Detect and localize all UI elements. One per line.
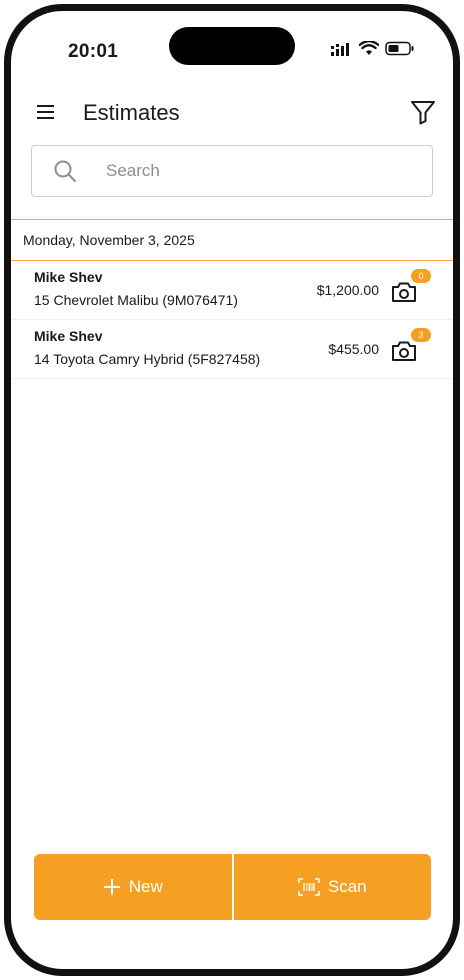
dynamic-island <box>169 27 295 65</box>
new-button-label: New <box>128 877 163 896</box>
filter-icon[interactable] <box>409 98 437 126</box>
estimate-row[interactable]: Mike Shev 15 Chevrolet Malibu (9M076471)… <box>11 262 453 320</box>
search-box[interactable] <box>31 145 433 197</box>
camera-icon[interactable] <box>391 339 417 363</box>
status-time: 20:01 <box>68 41 119 62</box>
date-group-label: Monday, November 3, 2025 <box>23 232 195 248</box>
status-icons <box>331 41 415 56</box>
page-title: Estimates <box>83 100 180 125</box>
camera-icon[interactable] <box>391 280 417 304</box>
customer-name: Mike Shev <box>34 328 103 344</box>
wifi-icon <box>359 41 379 55</box>
estimate-row[interactable]: Mike Shev 14 Toyota Camry Hybrid (5F8274… <box>11 321 453 379</box>
battery-icon <box>385 41 414 56</box>
date-group-header: Monday, November 3, 2025 <box>11 219 453 261</box>
bottom-actions: New Scan <box>34 854 431 920</box>
estimate-amount: $1,200.00 <box>316 282 379 298</box>
new-estimate-button[interactable]: New <box>34 854 232 920</box>
photo-count-badge: 0 <box>411 269 431 283</box>
search-input[interactable] <box>106 156 416 186</box>
menu-icon[interactable] <box>33 99 59 125</box>
phone-frame: 20:01 Estimates Search Monday, November … <box>4 4 460 976</box>
vehicle-description: 15 Chevrolet Malibu (9M076471) <box>34 292 238 308</box>
search-icon <box>54 160 76 182</box>
customer-name: Mike Shev <box>34 269 103 285</box>
photo-count-badge: 3 <box>411 328 431 342</box>
vehicle-description: 14 Toyota Camry Hybrid (5F827458) <box>34 351 261 367</box>
signal-icon <box>331 42 349 56</box>
scan-button-label: Scan <box>327 877 367 896</box>
scan-button[interactable]: Scan <box>233 854 431 920</box>
estimate-amount: $455.00 <box>328 341 379 357</box>
barcode-scan-icon <box>298 878 320 896</box>
app-bar: Estimates <box>11 89 453 133</box>
plus-icon <box>103 879 120 895</box>
